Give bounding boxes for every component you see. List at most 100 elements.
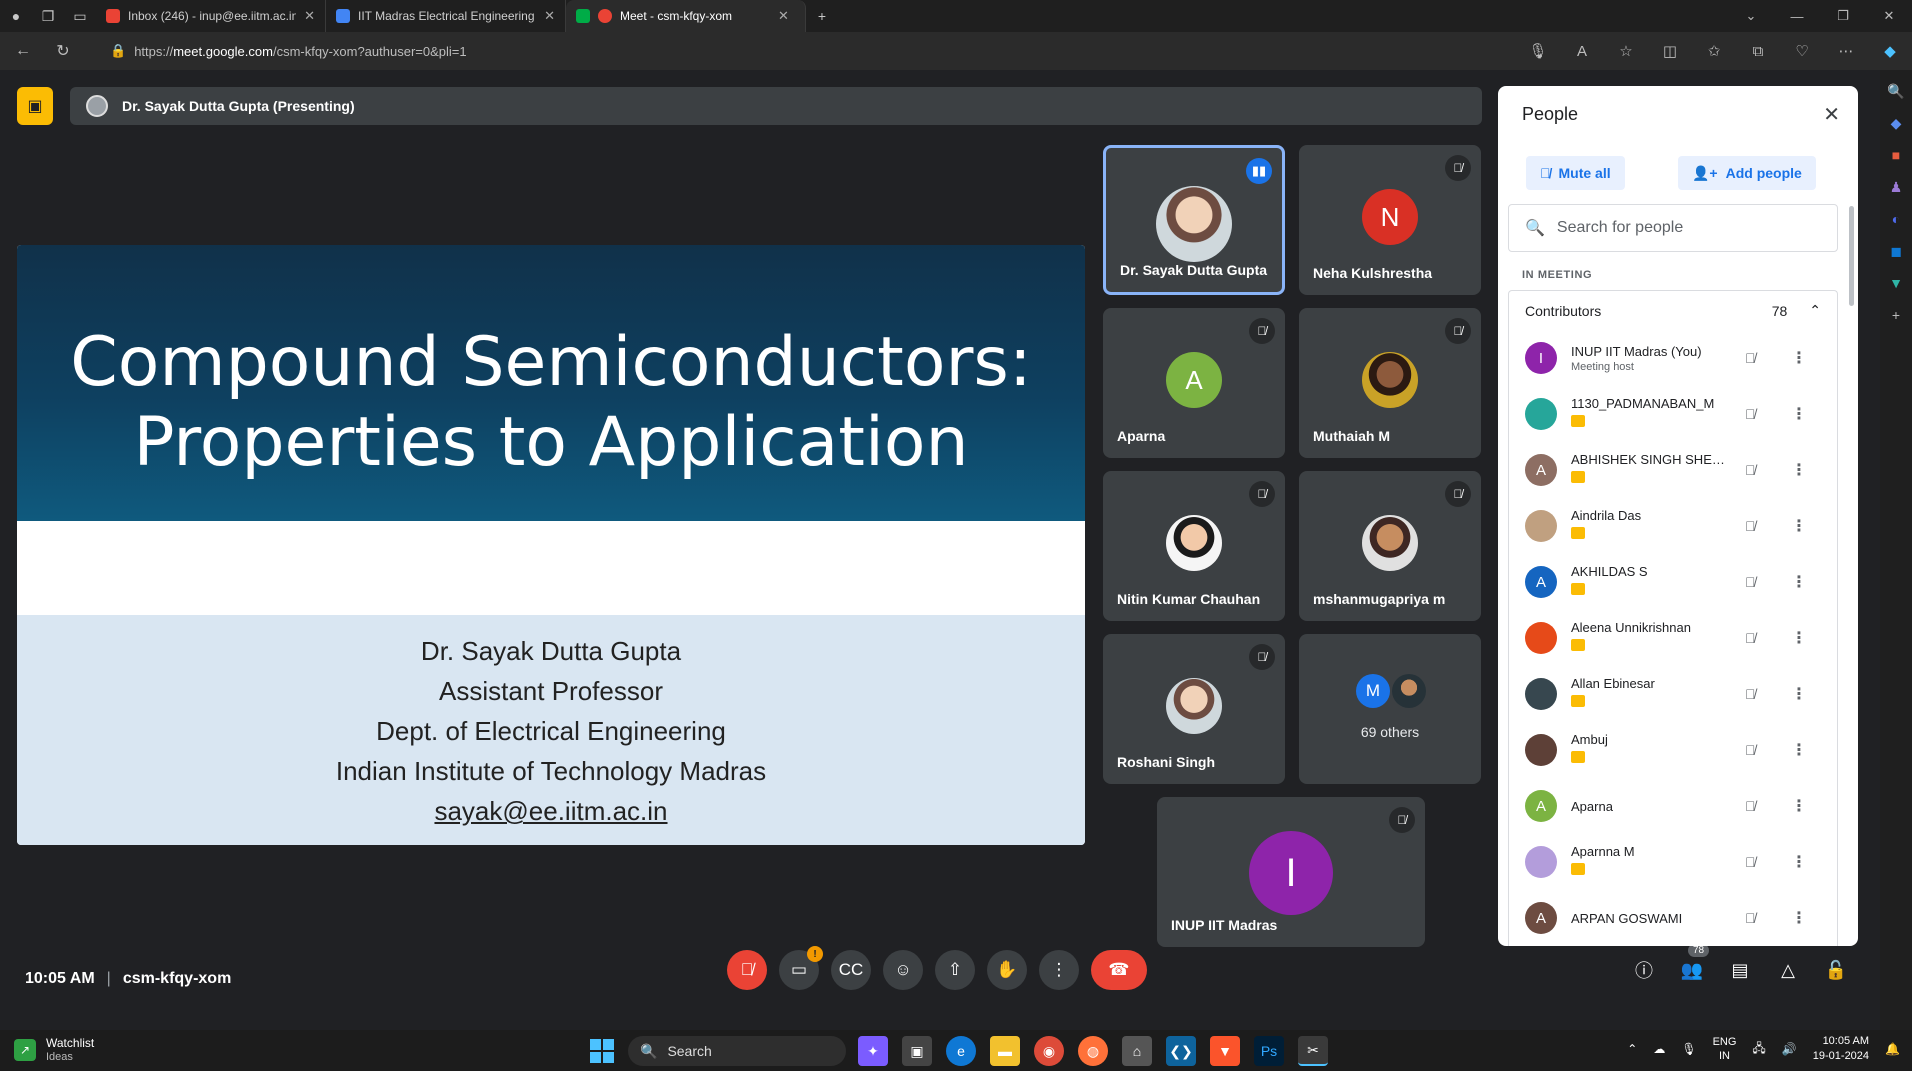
tab-calendar[interactable]: IIT Madras Electrical Engineering ✕ xyxy=(326,0,566,32)
close-icon[interactable]: ✕ xyxy=(1823,102,1840,127)
restore-icon[interactable]: ❐ xyxy=(1820,0,1866,32)
cloud-icon[interactable]: ☁ xyxy=(1653,1042,1665,1056)
copilot-app-icon[interactable]: ✦ xyxy=(858,1036,888,1066)
camera-toggle-button[interactable]: ▭! xyxy=(779,946,823,990)
list-item[interactable]: Ambuj 🎙̸ ⋮ xyxy=(1509,722,1837,778)
mic-icon[interactable]: 🎙 xyxy=(1516,42,1560,60)
people-button[interactable]: 👥 78 xyxy=(1674,944,1710,988)
list-item[interactable]: A Aparna 🎙̸ ⋮ xyxy=(1509,778,1837,834)
profile-icon[interactable]: ● xyxy=(0,0,32,32)
settings-more-icon[interactable]: ⋯ xyxy=(1824,42,1868,60)
back-icon[interactable]: ← xyxy=(6,34,40,68)
close-window-icon[interactable]: ✕ xyxy=(1866,0,1912,32)
firefox-icon[interactable]: ◍ xyxy=(1078,1036,1108,1066)
mic-toggle-button[interactable]: 🎙̸ xyxy=(727,950,767,990)
tab-meet[interactable]: Meet - csm-kfqy-xom ✕ xyxy=(566,0,806,32)
add-icon[interactable]: + xyxy=(1885,304,1907,326)
presentation-icon[interactable]: ▣ xyxy=(17,87,53,125)
reactions-button[interactable]: ☺ xyxy=(883,950,923,990)
more-vert-icon[interactable]: ⋮ xyxy=(1791,628,1807,648)
tools-icon[interactable]: ■ xyxy=(1885,144,1907,166)
more-vert-icon[interactable]: ⋮ xyxy=(1791,460,1807,480)
microsoft365-icon[interactable]: ◐ xyxy=(1885,208,1907,230)
store-icon[interactable]: ⌂ xyxy=(1122,1036,1152,1066)
snipping-tool-icon[interactable]: ✂ xyxy=(1298,1036,1328,1066)
more-vert-icon[interactable]: ⋮ xyxy=(1791,572,1807,592)
chrome-icon[interactable]: ◉ xyxy=(1034,1036,1064,1066)
search-people-input[interactable]: 🔍 Search for people xyxy=(1508,204,1838,252)
more-vert-icon[interactable]: ⋮ xyxy=(1791,740,1807,760)
list-item[interactable]: Aindrila Das 🎙̸ ⋮ xyxy=(1509,498,1837,554)
close-tab-icon[interactable]: ✕ xyxy=(304,8,315,24)
close-tab-icon[interactable]: ✕ xyxy=(778,8,789,24)
participant-tile[interactable]: 🎙̸ Muthaiah M xyxy=(1299,308,1481,458)
list-item[interactable]: A AKHILDAS S 🎙̸ ⋮ xyxy=(1509,554,1837,610)
mic-off-icon[interactable]: 🎙̸ xyxy=(1745,350,1756,366)
tab-gmail[interactable]: Inbox (246) - inup@ee.iitm.ac.in ✕ xyxy=(96,0,326,32)
captions-button[interactable]: CC xyxy=(831,950,871,990)
copilot-icon[interactable]: ◆ xyxy=(1868,42,1912,60)
file-explorer-icon[interactable]: ▬ xyxy=(990,1036,1020,1066)
edge-icon[interactable]: e xyxy=(946,1036,976,1066)
url-field[interactable]: 🔒 https://meet.google.com/csm-kfqy-xom?a… xyxy=(110,38,1630,64)
add-people-button[interactable]: 👤+ Add people xyxy=(1678,156,1816,190)
tab-actions-icon[interactable]: ▭ xyxy=(64,0,96,32)
meeting-info-button[interactable]: ⓘ xyxy=(1626,952,1662,988)
others-tile[interactable]: M 69 others xyxy=(1299,634,1481,784)
microphone-icon[interactable]: 🎙 xyxy=(1681,1042,1696,1056)
activities-button[interactable]: △ xyxy=(1770,952,1806,988)
mic-off-icon[interactable]: 🎙̸ xyxy=(1745,854,1756,870)
task-view-icon[interactable]: ▣ xyxy=(902,1036,932,1066)
split-screen-icon[interactable]: ◫ xyxy=(1648,42,1692,60)
more-vert-icon[interactable]: ⋮ xyxy=(1791,908,1807,928)
mic-off-icon[interactable]: 🎙̸ xyxy=(1745,686,1756,702)
mic-off-icon[interactable]: 🎙̸ xyxy=(1745,742,1756,758)
notifications-icon[interactable]: 🔔 xyxy=(1885,1042,1900,1056)
favorite-star-icon[interactable]: ☆ xyxy=(1604,42,1648,60)
mic-off-icon[interactable]: 🎙̸ xyxy=(1745,462,1756,478)
present-button[interactable]: ⇧ xyxy=(935,950,975,990)
brave-icon[interactable]: ▼ xyxy=(1210,1036,1240,1066)
search-icon[interactable]: 🔍 xyxy=(1885,80,1907,102)
read-aloud-icon[interactable]: A xyxy=(1560,43,1604,60)
drop-icon[interactable]: ▼ xyxy=(1885,272,1907,294)
self-tile[interactable]: 🎙̸ I INUP IIT Madras xyxy=(1157,797,1425,947)
participant-tile[interactable]: ▮▮ Dr. Sayak Dutta Gupta xyxy=(1103,145,1285,295)
network-icon[interactable]: 🖧 xyxy=(1752,1039,1765,1060)
more-vert-icon[interactable]: ⋮ xyxy=(1791,852,1807,872)
list-item[interactable]: Aleena Unnikrishnan 🎙̸ ⋮ xyxy=(1509,610,1837,666)
workspaces-icon[interactable]: ❐ xyxy=(32,0,64,32)
language-indicator[interactable]: ENG IN xyxy=(1713,1035,1737,1063)
more-vert-icon[interactable]: ⋮ xyxy=(1791,516,1807,536)
list-item[interactable]: A ABHISHEK SINGH SHEK... 🎙̸ ⋮ xyxy=(1509,442,1837,498)
more-vert-icon[interactable]: ⋮ xyxy=(1791,348,1807,368)
browser-essentials-icon[interactable]: ♡ xyxy=(1780,42,1824,60)
games-icon[interactable]: ♟ xyxy=(1885,176,1907,198)
close-tab-icon[interactable]: ✕ xyxy=(544,8,555,24)
participant-tile[interactable]: 🎙̸ Roshani Singh xyxy=(1103,634,1285,784)
mic-off-icon[interactable]: 🎙̸ xyxy=(1745,518,1756,534)
taskbar-search[interactable]: 🔍 Search xyxy=(628,1036,846,1066)
favorites-icon[interactable]: ✩ xyxy=(1692,42,1736,60)
shopping-icon[interactable]: ◆ xyxy=(1885,112,1907,134)
clock[interactable]: 10:05 AM 19-01-2024 xyxy=(1813,1034,1869,1064)
volume-icon[interactable]: 🔊 xyxy=(1782,1042,1797,1056)
list-item[interactable]: Aparnna M 🎙̸ ⋮ xyxy=(1509,834,1837,890)
widgets-button[interactable]: ↗ Watchlist Ideas xyxy=(14,1036,94,1064)
photoshop-icon[interactable]: Ps xyxy=(1254,1036,1284,1066)
participant-tile[interactable]: 🎙̸ N Neha Kulshrestha xyxy=(1299,145,1481,295)
chat-button[interactable]: ▤ xyxy=(1722,952,1758,988)
mic-off-icon[interactable]: 🎙̸ xyxy=(1745,798,1756,814)
outlook-icon[interactable]: ◼ xyxy=(1885,240,1907,262)
leave-call-button[interactable]: ☎ xyxy=(1091,950,1147,990)
mute-all-button[interactable]: 🎙̸ Mute all xyxy=(1526,156,1625,190)
collections-icon[interactable]: ⧉ xyxy=(1736,43,1780,60)
new-tab-icon[interactable]: + xyxy=(806,0,838,32)
participant-tile[interactable]: 🎙̸ Nitin Kumar Chauhan xyxy=(1103,471,1285,621)
chevron-up-icon[interactable]: ⌃ xyxy=(1627,1042,1637,1056)
more-vert-icon[interactable]: ⋮ xyxy=(1791,796,1807,816)
list-item[interactable]: 1130_PADMANABAN_M 🎙̸ ⋮ xyxy=(1509,386,1837,442)
more-vert-icon[interactable]: ⋮ xyxy=(1791,684,1807,704)
list-item[interactable]: Allan Ebinesar 🎙̸ ⋮ xyxy=(1509,666,1837,722)
panel-scrollbar[interactable] xyxy=(1849,206,1854,306)
